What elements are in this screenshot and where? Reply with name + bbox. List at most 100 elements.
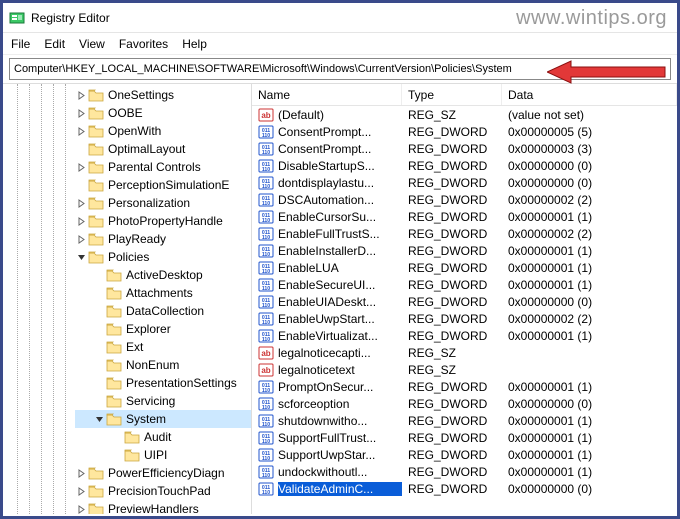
value-row[interactable]: 011110PromptOnSecur...REG_DWORD0x0000000… xyxy=(252,378,677,395)
value-row[interactable]: 011110EnableInstallerD...REG_DWORD0x0000… xyxy=(252,242,677,259)
list-header[interactable]: Name Type Data xyxy=(252,84,677,106)
expand-icon[interactable] xyxy=(75,161,87,173)
tree-item[interactable]: DataCollection xyxy=(75,302,251,320)
value-row[interactable]: 011110scforceoptionREG_DWORD0x00000000 (… xyxy=(252,395,677,412)
expand-icon[interactable] xyxy=(75,125,87,137)
tree-item[interactable]: Policies xyxy=(75,248,251,266)
folder-icon xyxy=(124,448,140,462)
svg-text:ab: ab xyxy=(261,366,270,375)
reg-dword-icon: 011110 xyxy=(258,210,274,224)
value-type: REG_DWORD xyxy=(402,380,502,394)
value-type: REG_DWORD xyxy=(402,176,502,190)
value-row[interactable]: 011110ValidateAdminC...REG_DWORD0x000000… xyxy=(252,480,677,497)
value-data: 0x00000002 (2) xyxy=(502,193,677,207)
tree-item[interactable]: System xyxy=(75,410,251,428)
value-type: REG_DWORD xyxy=(402,329,502,343)
tree-item[interactable]: UIPI xyxy=(75,446,251,464)
value-row[interactable]: ab(Default)REG_SZ(value not set) xyxy=(252,106,677,123)
value-row[interactable]: ablegalnoticetextREG_SZ xyxy=(252,361,677,378)
value-row[interactable]: 011110EnableLUAREG_DWORD0x00000001 (1) xyxy=(252,259,677,276)
value-row[interactable]: 011110undockwithoutl...REG_DWORD0x000000… xyxy=(252,463,677,480)
collapse-icon[interactable] xyxy=(75,251,87,263)
folder-icon xyxy=(124,430,140,444)
value-name: scforceoption xyxy=(278,397,402,411)
expand-icon[interactable] xyxy=(75,107,87,119)
value-type: REG_DWORD xyxy=(402,278,502,292)
value-row[interactable]: 011110DisableStartupS...REG_DWORD0x00000… xyxy=(252,157,677,174)
expand-icon[interactable] xyxy=(75,89,87,101)
tree-ancestry-gutter xyxy=(3,84,75,514)
value-row[interactable]: 011110EnableCursorSu...REG_DWORD0x000000… xyxy=(252,208,677,225)
column-name[interactable]: Name xyxy=(252,84,402,105)
menu-file[interactable]: File xyxy=(11,37,30,51)
registry-tree[interactable]: OneSettingsOOBEOpenWithOptimalLayoutPare… xyxy=(75,84,252,514)
tree-item[interactable]: OptimalLayout xyxy=(75,140,251,158)
tree-item[interactable]: Servicing xyxy=(75,392,251,410)
value-type: REG_DWORD xyxy=(402,312,502,326)
folder-icon xyxy=(88,214,104,228)
tree-item[interactable]: PresentationSettings xyxy=(75,374,251,392)
tree-item[interactable]: OpenWith xyxy=(75,122,251,140)
tree-item[interactable]: PlayReady xyxy=(75,230,251,248)
svg-text:110: 110 xyxy=(262,456,270,462)
value-row[interactable]: ablegalnoticecapti...REG_SZ xyxy=(252,344,677,361)
tree-item[interactable]: OneSettings xyxy=(75,86,251,104)
value-list[interactable]: Name Type Data ab(Default)REG_SZ(value n… xyxy=(252,84,677,514)
twisty-spacer xyxy=(75,143,87,155)
expand-icon[interactable] xyxy=(75,197,87,209)
menu-favorites[interactable]: Favorites xyxy=(119,37,168,51)
tree-item[interactable]: Attachments xyxy=(75,284,251,302)
collapse-icon[interactable] xyxy=(93,413,105,425)
tree-item[interactable]: OOBE xyxy=(75,104,251,122)
value-row[interactable]: 011110ConsentPrompt...REG_DWORD0x0000000… xyxy=(252,123,677,140)
expand-icon[interactable] xyxy=(75,503,87,514)
tree-item-label: PlayReady xyxy=(108,232,166,246)
value-row[interactable]: 011110shutdownwitho...REG_DWORD0x0000000… xyxy=(252,412,677,429)
tree-item[interactable]: PreviewHandlers xyxy=(75,500,251,514)
expand-icon[interactable] xyxy=(75,233,87,245)
reg-dword-icon: 011110 xyxy=(258,125,274,139)
expand-icon[interactable] xyxy=(75,215,87,227)
expand-icon[interactable] xyxy=(75,485,87,497)
tree-item[interactable]: NonEnum xyxy=(75,356,251,374)
expand-icon[interactable] xyxy=(75,467,87,479)
svg-text:ab: ab xyxy=(261,349,270,358)
menu-view[interactable]: View xyxy=(79,37,105,51)
tree-item[interactable]: PrecisionTouchPad xyxy=(75,482,251,500)
menu-help[interactable]: Help xyxy=(182,37,207,51)
value-type: REG_DWORD xyxy=(402,482,502,496)
folder-icon xyxy=(106,394,122,408)
value-row[interactable]: 011110SupportFullTrust...REG_DWORD0x0000… xyxy=(252,429,677,446)
value-row[interactable]: 011110EnableVirtualizat...REG_DWORD0x000… xyxy=(252,327,677,344)
tree-item[interactable]: Personalization xyxy=(75,194,251,212)
value-name: ConsentPrompt... xyxy=(278,125,402,139)
column-type[interactable]: Type xyxy=(402,84,502,105)
twisty-spacer xyxy=(93,377,105,389)
tree-item[interactable]: Explorer xyxy=(75,320,251,338)
value-row[interactable]: 011110EnableSecureUI...REG_DWORD0x000000… xyxy=(252,276,677,293)
twisty-spacer xyxy=(93,395,105,407)
value-row[interactable]: 011110SupportUwpStar...REG_DWORD0x000000… xyxy=(252,446,677,463)
tree-item[interactable]: ActiveDesktop xyxy=(75,266,251,284)
tree-item-label: PresentationSettings xyxy=(126,376,237,390)
tree-item[interactable]: Audit xyxy=(75,428,251,446)
value-row[interactable]: 011110EnableFullTrustS...REG_DWORD0x0000… xyxy=(252,225,677,242)
reg-dword-icon: 011110 xyxy=(258,312,274,326)
value-row[interactable]: 011110EnableUIADeskt...REG_DWORD0x000000… xyxy=(252,293,677,310)
tree-item[interactable]: Ext xyxy=(75,338,251,356)
value-row[interactable]: 011110ConsentPrompt...REG_DWORD0x0000000… xyxy=(252,140,677,157)
tree-item[interactable]: PowerEfficiencyDiagn xyxy=(75,464,251,482)
twisty-spacer xyxy=(93,305,105,317)
tree-item[interactable]: Parental Controls xyxy=(75,158,251,176)
address-bar[interactable] xyxy=(9,58,671,80)
tree-item[interactable]: PerceptionSimulationE xyxy=(75,176,251,194)
tree-item[interactable]: PhotoPropertyHandle xyxy=(75,212,251,230)
reg-dword-icon: 011110 xyxy=(258,193,274,207)
value-row[interactable]: 011110EnableUwpStart...REG_DWORD0x000000… xyxy=(252,310,677,327)
menu-edit[interactable]: Edit xyxy=(44,37,65,51)
address-input[interactable] xyxy=(10,61,670,77)
value-row[interactable]: 011110DSCAutomation...REG_DWORD0x0000000… xyxy=(252,191,677,208)
value-row[interactable]: 011110dontdisplaylastu...REG_DWORD0x0000… xyxy=(252,174,677,191)
column-data[interactable]: Data xyxy=(502,84,677,105)
svg-text:110: 110 xyxy=(262,133,270,139)
